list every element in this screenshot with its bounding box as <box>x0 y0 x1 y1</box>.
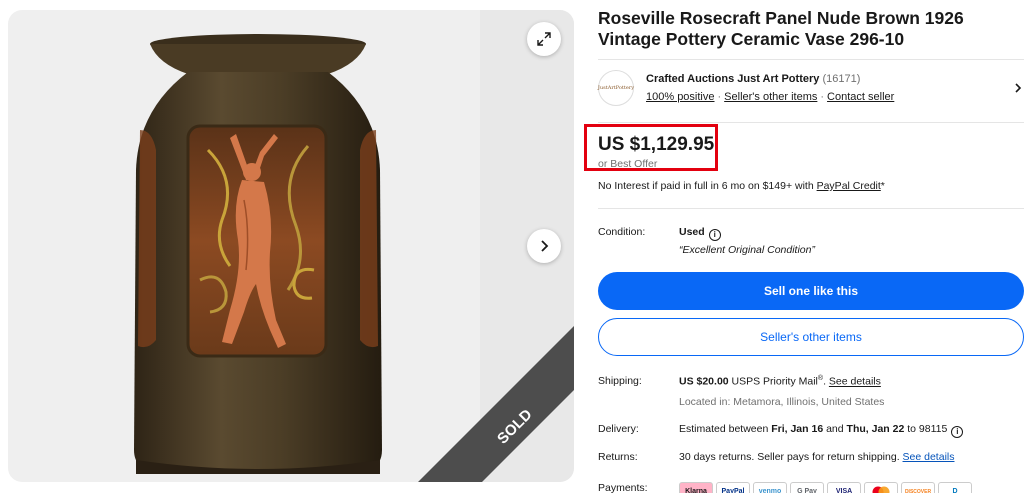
discover-logo: DISCOVER <box>901 482 935 493</box>
sell-one-like-this-button[interactable]: Sell one like this <box>598 272 1024 310</box>
paypal-credit-link[interactable]: PayPal Credit <box>817 180 881 192</box>
listing-title: Roseville Rosecraft Panel Nude Brown 192… <box>598 8 964 49</box>
shipping-label: Shipping: <box>598 375 642 387</box>
chevron-right-icon[interactable] <box>1012 82 1024 94</box>
seller-logo[interactable]: JustArtPottery <box>598 70 634 106</box>
payment-methods: Klarna PayPal venmo G Pay VISA DISCOVER … <box>679 482 972 493</box>
financing-line: No Interest if paid in full in 6 mo on $… <box>598 180 885 192</box>
listing-details: Roseville Rosecraft Panel Nude Brown 192… <box>584 8 1024 493</box>
image-gallery: SOLD <box>8 10 574 482</box>
contact-seller-link[interactable]: Contact seller <box>827 91 894 103</box>
item-price: US $1,129.95 <box>598 134 715 155</box>
venmo-logo: venmo <box>753 482 787 493</box>
info-icon[interactable]: i <box>951 426 964 438</box>
expand-icon <box>537 32 551 46</box>
shipping-value: US $20.00 USPS Priority Mail®. See detai… <box>679 375 881 388</box>
shipping-details-link[interactable]: See details <box>829 376 881 388</box>
klarna-logo: Klarna <box>679 482 713 493</box>
divider <box>598 208 1024 209</box>
payments-label: Payments: <box>598 482 648 493</box>
item-location: Located in: Metamora, Illinois, United S… <box>679 396 885 408</box>
best-offer-label: or Best Offer <box>598 158 658 170</box>
mastercard-logo <box>864 482 898 493</box>
seller-feedback-count: (16171) <box>822 73 861 85</box>
chevron-right-icon <box>541 240 549 252</box>
next-image-button[interactable] <box>527 229 561 263</box>
delivery-label: Delivery: <box>598 423 639 435</box>
returns-label: Returns: <box>598 451 638 463</box>
google-pay-logo: G Pay <box>790 482 824 493</box>
info-icon[interactable]: i <box>708 229 721 241</box>
sellers-other-items-button[interactable]: Seller's other items <box>598 318 1024 356</box>
delivery-estimate: Estimated between Fri, Jan 16 and Thu, J… <box>679 423 964 438</box>
seller-positive-link[interactable]: 100% positive <box>646 91 715 103</box>
visa-logo: VISA <box>827 482 861 493</box>
condition-label: Condition: <box>598 226 646 238</box>
condition-value: Used i <box>679 226 721 241</box>
seller-card[interactable]: JustArtPottery Crafted Auctions Just Art… <box>598 59 1024 123</box>
seller-name[interactable]: Crafted Auctions Just Art Pottery <box>646 73 819 85</box>
expand-image-button[interactable] <box>527 22 561 56</box>
returns-policy: 30 days returns. Seller pays for return … <box>679 451 955 463</box>
vase-image[interactable] <box>118 30 398 482</box>
returns-details-link[interactable]: See details <box>903 451 955 463</box>
diners-logo: D <box>938 482 972 493</box>
condition-description: “Excellent Original Condition” <box>679 244 815 256</box>
seller-other-items-link[interactable]: Seller's other items <box>724 91 817 103</box>
paypal-logo: PayPal <box>716 482 750 493</box>
